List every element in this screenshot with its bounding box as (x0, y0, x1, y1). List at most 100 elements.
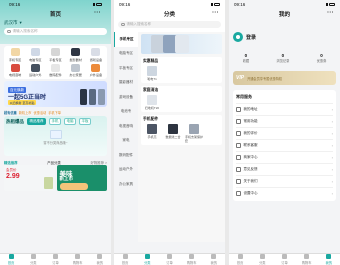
service-row[interactable]: 我的评价 › (236, 127, 333, 139)
hot-chip[interactable]: 精品推荐 (27, 118, 46, 125)
sidebar-item[interactable]: 平板专区 (114, 61, 138, 76)
page-title: 我的 (278, 11, 291, 18)
promo-card[interactable]: 会员价 2.99 (4, 165, 55, 191)
tab-item[interactable]: 首页 (1, 254, 21, 265)
services-panel: 常用服务 我的地址 › 常用功能 › 我的评价 › 联系客服 › 商家中心 › 意见反馈 › 关于我们 ›… (233, 90, 336, 201)
service-left: 常用功能 (236, 119, 258, 124)
product-item[interactable]: 手机支架保护套 (185, 124, 203, 143)
tab-item[interactable]: 订单 (274, 254, 294, 265)
tab-label: 订单 (166, 260, 173, 265)
tab-item[interactable]: 首页 (230, 254, 250, 265)
more-icon[interactable]: ··· (327, 10, 334, 16)
tab-item[interactable]: 我的 (319, 254, 339, 265)
tab-item[interactable]: 购物车 (68, 254, 88, 265)
category-label: 户外设备 (89, 73, 103, 77)
section-items: 手机壳 数据线二合 手机支架保护套 (143, 124, 220, 143)
category-icon (71, 63, 81, 72)
tab-item[interactable]: 购物车 (297, 254, 317, 265)
product-label: 扫地机T20 (144, 106, 160, 110)
product-item[interactable]: 扫地机T20 (143, 95, 161, 110)
service-row[interactable]: 关于我们 › (236, 175, 333, 187)
product-image (59, 183, 88, 190)
service-icon (236, 179, 241, 184)
screens: 09:16 首页 ··· 武汉市 ▾ 请输入搜索名称 手机专区 电脑专区 平板专区摄… (0, 0, 340, 265)
service-icon (236, 191, 241, 196)
recommend-right[interactable]: 好物推荐 > (91, 160, 107, 165)
service-row[interactable]: 意见反馈 › (236, 163, 333, 175)
tab-item[interactable]: 首页 (115, 254, 135, 265)
tab-item[interactable]: 购物车 (182, 254, 202, 265)
sidebar-item[interactable]: 电池专 (114, 105, 138, 120)
tab-item[interactable]: 分类 (252, 254, 272, 265)
sidebar-item[interactable]: 运动户外 (114, 163, 138, 178)
category-section: 家庭清洁 扫地机T20 (141, 86, 222, 112)
login-button[interactable]: 登录 (246, 34, 256, 41)
category-hero-banner[interactable] (141, 34, 222, 54)
category-item[interactable]: 办公家居 (66, 63, 86, 77)
service-left: 我的评价 (236, 131, 258, 136)
profile-stats: 0 收藏 0 浏览记录 0 优惠券 (229, 53, 340, 67)
sidebar-item[interactable]: 摄影器材 (114, 76, 138, 91)
sidebar-item[interactable]: 手机专区 (114, 32, 138, 47)
promo-banner[interactable]: 百元焕新 一起5G正当时 以旧换新 至高补贴 (4, 81, 107, 107)
search-input[interactable]: 请输入搜索名称 (4, 28, 107, 35)
service-row[interactable]: 联系客服 › (236, 139, 333, 151)
service-icon (236, 167, 241, 172)
category-item[interactable]: 电视音响 (5, 63, 25, 77)
search-input[interactable]: 请输入搜索名称 (118, 21, 221, 28)
stat-item[interactable]: 0 收藏 (243, 53, 249, 67)
more-icon[interactable]: ··· (212, 10, 219, 16)
page-title: 首页 (49, 11, 62, 18)
service-label: 联系客服 (243, 143, 258, 147)
service-label: 商家中心 (243, 155, 258, 159)
stat-item[interactable]: 0 优惠券 (317, 53, 327, 67)
category-item[interactable]: 手机专区 (5, 48, 25, 62)
sidebar-item[interactable]: 电视音响 (114, 119, 138, 134)
tab-item[interactable]: 分类 (23, 254, 43, 265)
tab-item[interactable]: 我的 (204, 254, 224, 265)
category-item[interactable]: 摄影器材 (66, 48, 86, 62)
category-item[interactable]: 数码配件 (45, 63, 65, 77)
tab-item[interactable]: 分类 (137, 254, 157, 265)
category-item[interactable]: 户外设备 (86, 63, 106, 77)
product-item[interactable]: 笔电T1 (143, 66, 161, 81)
service-row[interactable]: 设置中心 › (236, 187, 333, 199)
recommend-mid[interactable]: 产品分类 (47, 160, 61, 165)
tab-item[interactable]: 订单 (45, 254, 65, 265)
category-item[interactable]: 游戏设备 (86, 48, 106, 62)
service-row[interactable]: 商家中心 › (236, 151, 333, 163)
category-item[interactable]: 电脑专区 (25, 48, 45, 62)
chevron-right-icon: › (331, 143, 333, 148)
service-left: 意见反馈 (236, 167, 258, 172)
section-title: 实惠精品 (143, 59, 159, 63)
product-item[interactable]: 手机壳 (143, 124, 161, 143)
sidebar-item[interactable]: 游戏设备 (114, 90, 138, 105)
service-left: 商家中心 (236, 155, 258, 160)
hot-chip[interactable]: 手机 (49, 118, 61, 125)
tab-item[interactable]: 订单 (159, 254, 179, 265)
vip-banner[interactable]: VIP 开通会员享专属优惠特权 (233, 71, 336, 85)
sidebar-item[interactable]: 家电 (114, 134, 138, 149)
category-section: 手机配件 手机壳 数据线二合 手机支架保护套 (141, 115, 222, 145)
tab-item[interactable]: 我的 (90, 254, 110, 265)
recommend-left[interactable]: 精选推荐 (4, 160, 18, 165)
service-row[interactable]: 我的地址 › (236, 103, 333, 115)
hot-chip[interactable]: 平板 (79, 118, 91, 125)
sidebar-item[interactable]: 数码配件 (114, 148, 138, 163)
sidebar-item[interactable]: 办公家具 (114, 177, 138, 192)
more-icon[interactable]: ··· (94, 10, 101, 16)
promo-cards: 会员价 2.99 美味 新上市 (4, 165, 107, 191)
service-row[interactable]: 常用功能 › (236, 115, 333, 127)
hot-chip[interactable]: 电脑 (64, 118, 76, 125)
location-selector[interactable]: 武汉市 ▾ (4, 20, 107, 26)
deal-ticker[interactable]: 超有优惠 新机上市 优惠活动 手机下单 (4, 109, 107, 115)
profile-header[interactable]: 登录 (229, 19, 340, 55)
product-image (175, 35, 189, 53)
category-item[interactable]: 运动户外 (25, 63, 45, 77)
stat-item[interactable]: 0 浏览记录 (277, 53, 290, 67)
sidebar-item[interactable]: 电脑专区 (114, 47, 138, 62)
category-item[interactable]: 平板专区 (45, 48, 65, 62)
service-left: 我的地址 (236, 107, 258, 112)
product-item[interactable]: 数据线二合 (164, 124, 182, 143)
promo-card[interactable]: 美味 新上市 (56, 165, 107, 191)
